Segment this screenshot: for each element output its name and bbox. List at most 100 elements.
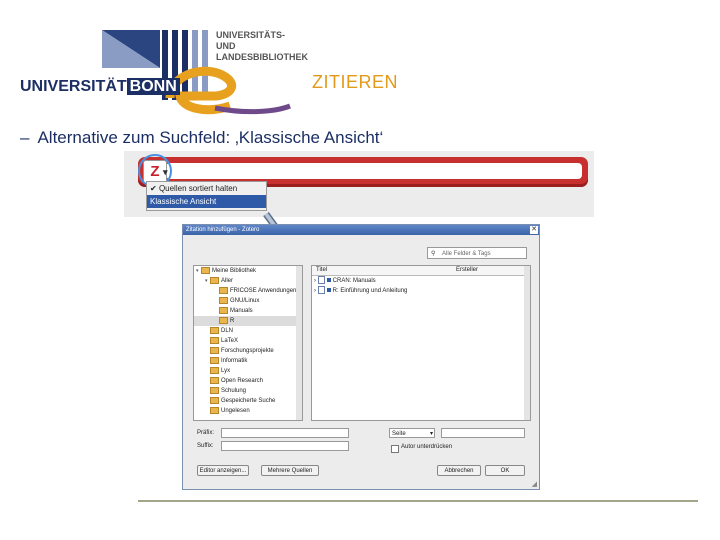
bullet-text: Alternative zum Suchfeld: ‚Klassische An… <box>37 128 384 147</box>
locator-select[interactable]: Seite ▾ <box>389 428 435 438</box>
folder-icon <box>201 266 210 274</box>
multiple-sources-button[interactable]: Mehrere Quellen <box>261 465 319 476</box>
tree-item[interactable]: Ungelesen <box>194 406 302 416</box>
chevron-down-icon: ▾ <box>429 431 433 437</box>
tree-item-label: Aller <box>221 278 234 284</box>
bullet-point: – Alternative zum Suchfeld: ‚Klassische A… <box>20 128 383 148</box>
omit-author-label: Autor unterdrücken <box>401 444 453 450</box>
expand-icon[interactable]: › <box>312 278 316 284</box>
resize-grip-icon[interactable]: ◢ <box>532 480 537 488</box>
menu-item-label: Quellen sortiert halten <box>158 184 238 193</box>
footer-divider <box>138 500 698 502</box>
tree-item[interactable]: GNU/Linux <box>194 296 302 306</box>
university-wordmark: UNIVERSITÄT BONN <box>20 78 180 96</box>
folder-icon <box>210 346 219 354</box>
tree-item[interactable]: Open Research <box>194 376 302 386</box>
tree-item[interactable]: Informatik <box>194 356 302 366</box>
check-icon: ✔ <box>150 184 157 193</box>
slide-title: ZITIEREN <box>312 72 399 92</box>
suffix-field[interactable] <box>221 441 349 451</box>
folder-icon <box>210 356 219 364</box>
folder-icon <box>210 406 219 414</box>
tag-icon <box>326 288 331 293</box>
university-name: UNIVERSITÄT <box>20 78 127 95</box>
item-title: R: Einführung und Anleitung <box>332 288 408 294</box>
tag-icon <box>326 278 331 283</box>
folder-icon <box>219 286 228 294</box>
tree-item[interactable]: Gespeicherte Suche <box>194 396 302 406</box>
tree-item-label: R <box>230 318 235 324</box>
university-city: BONN <box>126 78 180 95</box>
locator-field[interactable] <box>441 428 525 438</box>
document-icon <box>317 276 325 285</box>
folder-icon <box>210 276 219 284</box>
tree-item[interactable]: Lyx <box>194 366 302 376</box>
tree-item[interactable]: R <box>194 316 302 326</box>
tree-item[interactable]: ▾ Aller <box>194 276 302 286</box>
folder-icon <box>210 326 219 334</box>
tree-item[interactable]: Schulung <box>194 386 302 396</box>
locator-value: Seite <box>392 431 406 437</box>
search-bar-input[interactable] <box>166 163 582 179</box>
tree-item-label: DLN <box>221 328 234 334</box>
tree-item-label: GNU/Linux <box>230 298 260 304</box>
library-line-2: UND LANDESBIBLIOTHEK <box>216 41 308 62</box>
library-line-1: UNIVERSITÄTS- <box>216 30 286 40</box>
item-title: CRAN: Manuals <box>332 278 376 284</box>
folder-icon <box>219 306 228 314</box>
menu-item-classic-view[interactable]: Klassische Ansicht <box>147 195 266 208</box>
expand-icon[interactable]: › <box>312 288 316 294</box>
dialog-titlebar: Zitation hinzufügen - Zotero ✕ <box>183 225 539 235</box>
menu-item-keep-sorted[interactable]: ✔ Quellen sortiert halten <box>147 182 266 195</box>
items-header: Titel Ersteller <box>312 266 530 276</box>
search-placeholder: Alle Felder & Tags <box>442 251 491 257</box>
tree-item-label: Gespeicherte Suche <box>221 398 276 404</box>
list-item[interactable]: › R: Einführung und Anleitung <box>312 286 530 296</box>
dialog-search-input[interactable]: ⚲ Alle Felder & Tags <box>427 247 527 259</box>
tree-item[interactable]: LaTeX <box>194 336 302 346</box>
list-scrollbar[interactable] <box>524 266 530 420</box>
citation-mode-menu: ✔ Quellen sortiert halten Klassische Ans… <box>146 181 267 211</box>
library-wordmark: UNIVERSITÄTS- UND LANDESBIBLIOTHEK <box>216 30 312 63</box>
tree-item-label: Open Research <box>221 378 264 384</box>
tree-item-label: Meine Bibliothek <box>212 268 257 274</box>
document-icon <box>317 286 325 295</box>
tree-item-label: Forschungsprojekte <box>221 348 274 354</box>
search-icon: ⚲ <box>431 251 436 257</box>
folder-icon <box>210 336 219 344</box>
folder-icon <box>219 296 228 304</box>
dialog-title: Zitation hinzufügen - Zotero <box>186 227 260 233</box>
prefix-field[interactable] <box>221 428 349 438</box>
tree-item[interactable]: ▾ Meine Bibliothek <box>194 266 302 276</box>
tree-item[interactable]: Manuals <box>194 306 302 316</box>
omit-author-checkbox[interactable] <box>391 445 399 453</box>
university-logo: UNIVERSITÄT BONN UNIVERSITÄTS- UND LANDES… <box>20 28 312 116</box>
menu-item-label: Klassische Ansicht <box>150 197 217 206</box>
tree-item-label: Informatik <box>221 358 248 364</box>
tree-item[interactable]: Forschungsprojekte <box>194 346 302 356</box>
show-editor-button[interactable]: Editor anzeigen... <box>197 465 249 476</box>
folder-icon <box>210 376 219 384</box>
suffix-label: Suffix: <box>197 443 214 449</box>
folder-icon <box>210 386 219 394</box>
tree-item-label: Ungelesen <box>221 408 250 414</box>
tree-item-label: FRICOSE Anwendungen <box>230 288 297 294</box>
collection-tree: ▾ Meine Bibliothek ▾ Aller FRICOSE Anwendung… <box>193 265 303 421</box>
folder-icon <box>219 316 228 324</box>
tree-item-label: Schulung <box>221 388 247 394</box>
folder-icon <box>210 396 219 404</box>
tree-item[interactable]: FRICOSE Anwendungen <box>194 286 302 296</box>
tree-item-label: Lyx <box>221 368 231 374</box>
tree-item-label: LaTeX <box>221 338 239 344</box>
column-header-title[interactable]: Titel <box>316 266 327 275</box>
close-icon[interactable]: ✕ <box>530 226 538 234</box>
tree-item[interactable]: DLN <box>194 326 302 336</box>
list-item[interactable]: › CRAN: Manuals <box>312 276 530 286</box>
prefix-label: Präfix: <box>197 430 215 436</box>
ok-button[interactable]: OK <box>485 465 525 476</box>
column-header-creator[interactable]: Ersteller <box>456 266 478 275</box>
tree-scrollbar[interactable] <box>296 266 302 420</box>
tree-item-label: Manuals <box>230 308 253 314</box>
bullet-dash: – <box>20 128 30 147</box>
cancel-button[interactable]: Abbrechen <box>437 465 481 476</box>
